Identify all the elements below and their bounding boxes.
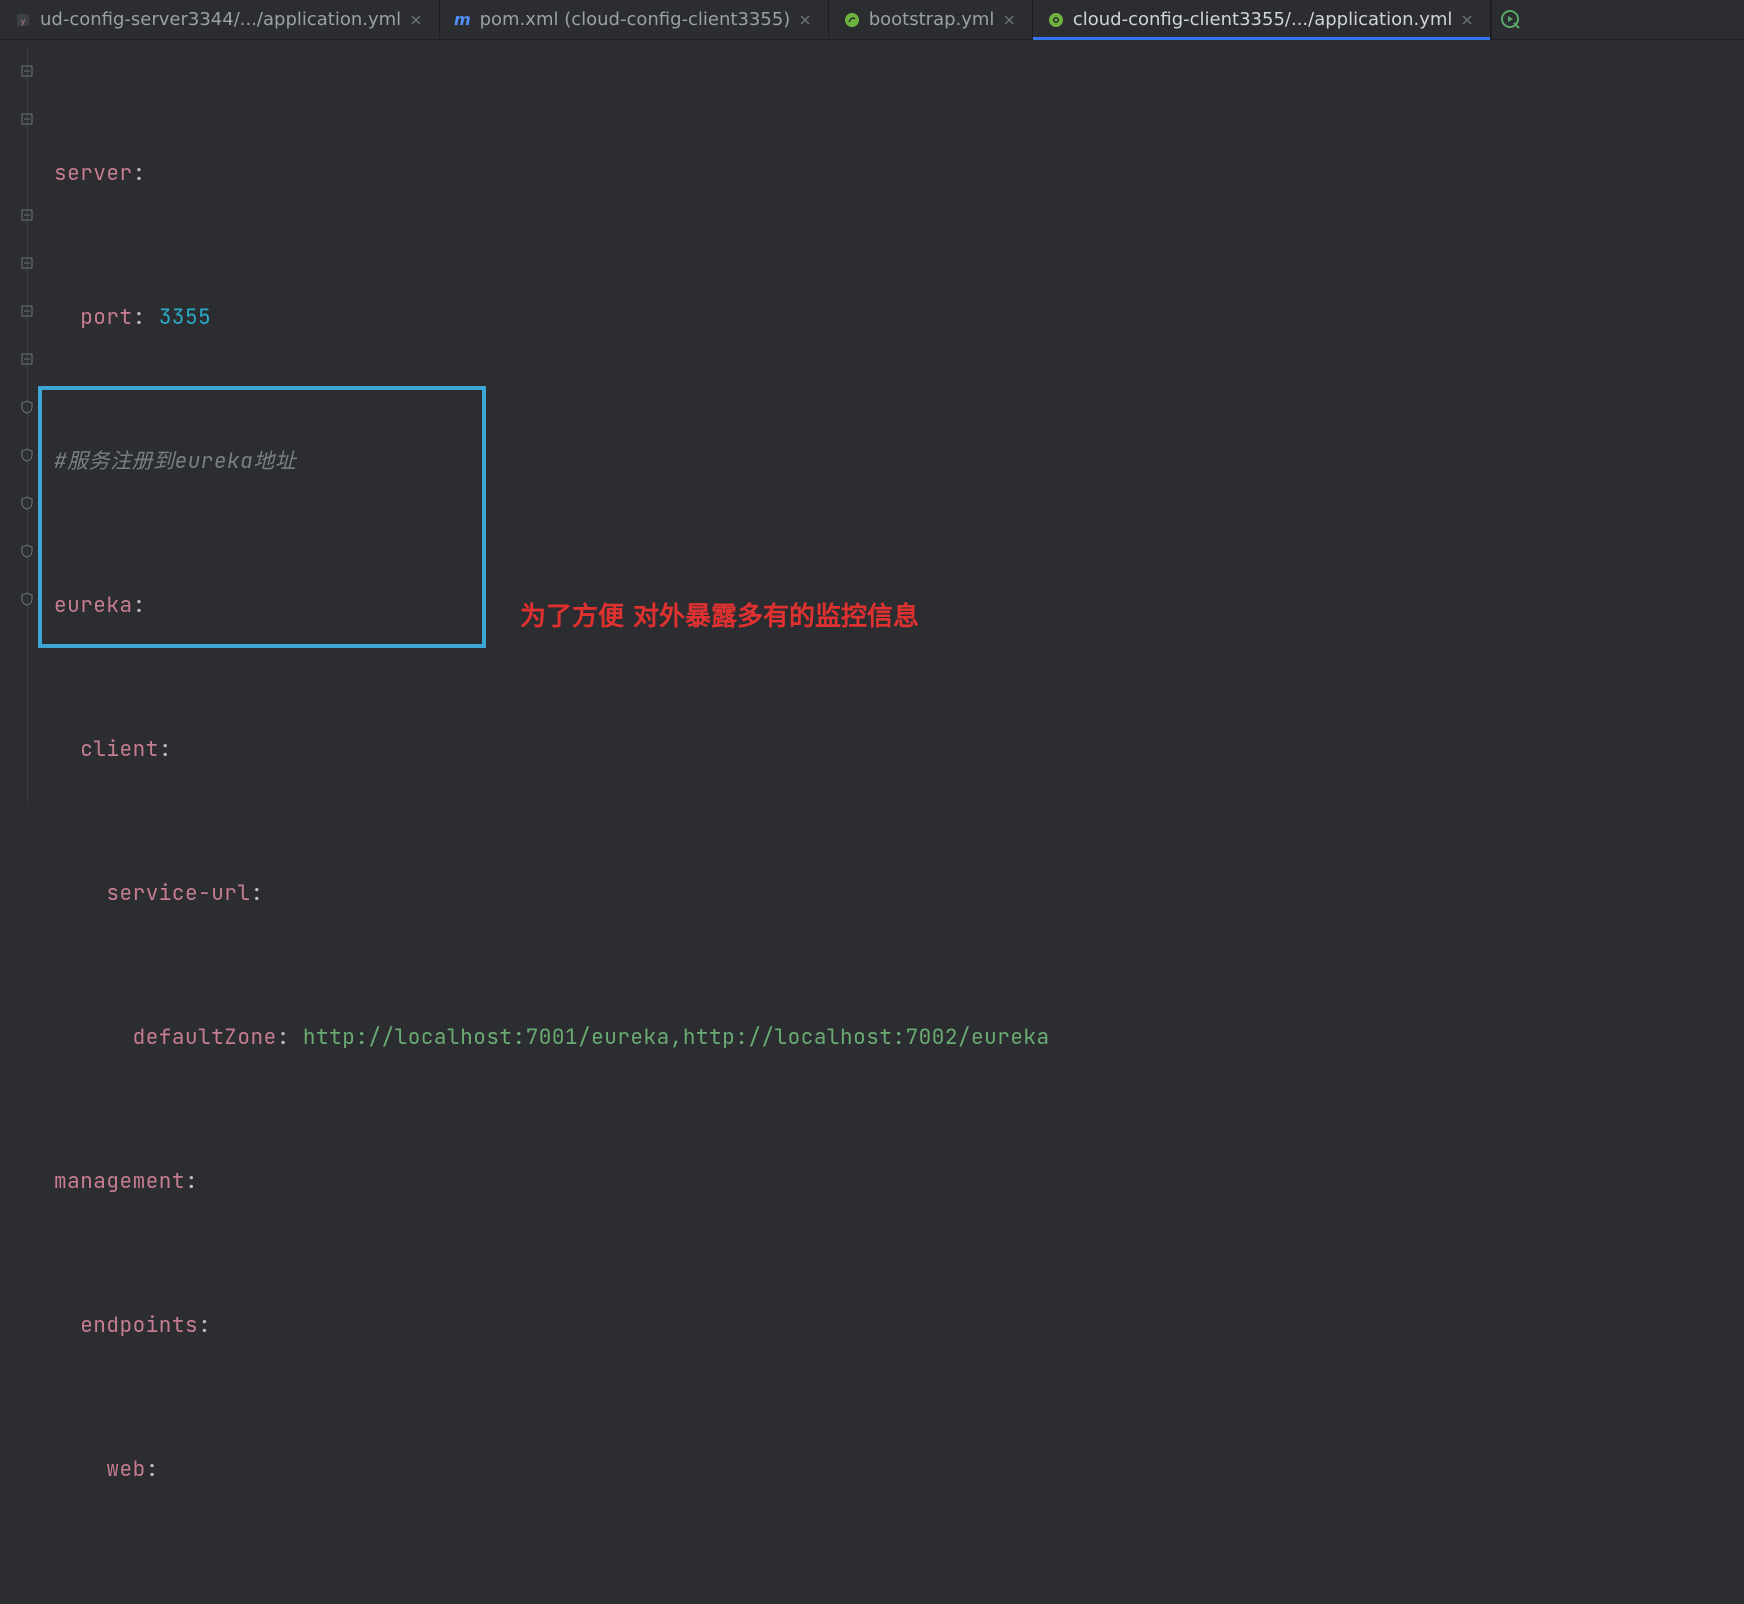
- tab-bootstrap-yml[interactable]: bootstrap.yml ×: [829, 0, 1033, 39]
- editor-tabs: y ud-config-server3344/.../application.y…: [0, 0, 1744, 40]
- tab-label: bootstrap.yml: [869, 9, 995, 30]
- svg-text:m: m: [454, 11, 471, 29]
- close-icon[interactable]: ×: [1002, 10, 1015, 29]
- close-icon[interactable]: ×: [1460, 10, 1473, 29]
- yaml-value: 3355: [159, 294, 211, 342]
- tab-label: pom.xml (cloud-config-client3355): [480, 9, 791, 30]
- fold-icon[interactable]: [20, 304, 34, 318]
- fold-icon[interactable]: [20, 256, 34, 270]
- annotation-text: 为了方便 对外暴露多有的监控信息: [520, 596, 919, 633]
- tab-pom-xml[interactable]: m pom.xml (cloud-config-client3355) ×: [440, 0, 829, 39]
- maven-icon: m: [454, 11, 472, 29]
- fold-icon[interactable]: [20, 64, 34, 78]
- yaml-key: client: [80, 726, 159, 774]
- tab-application-yml-client[interactable]: cloud-config-client3355/.../application.…: [1033, 0, 1491, 39]
- yaml-comment: #服务注册到eureka地址: [54, 438, 296, 486]
- yaml-key: eureka: [54, 582, 133, 630]
- shield-icon: [20, 400, 34, 414]
- svg-text:y: y: [21, 17, 26, 26]
- yaml-value: http://localhost:7001/eureka,http://loca…: [303, 1014, 1050, 1062]
- file-icon: y: [14, 11, 32, 29]
- fold-icon[interactable]: [20, 208, 34, 222]
- fold-icon[interactable]: [20, 112, 34, 126]
- run-configuration-icon[interactable]: [1491, 0, 1530, 39]
- close-icon[interactable]: ×: [409, 10, 422, 29]
- yaml-key: exposure: [133, 1590, 238, 1604]
- close-icon[interactable]: ×: [798, 10, 811, 29]
- shield-icon: [20, 448, 34, 462]
- yaml-key: service-url: [106, 870, 250, 918]
- yaml-key: web: [106, 1446, 145, 1494]
- yaml-key: defaultZone: [133, 1014, 277, 1062]
- tab-label: cloud-config-client3355/.../application.…: [1073, 9, 1453, 30]
- yaml-key: port: [80, 294, 132, 342]
- tab-application-yml-server[interactable]: y ud-config-server3344/.../application.y…: [0, 0, 440, 39]
- spring-icon: [843, 11, 861, 29]
- code-content[interactable]: server: port: 3355 #服务注册到eureka地址 eureka…: [54, 40, 1050, 802]
- shield-icon: [20, 496, 34, 510]
- gutter: [0, 40, 54, 802]
- shield-icon: [20, 544, 34, 558]
- yaml-key: endpoints: [80, 1302, 198, 1350]
- tab-label: ud-config-server3344/.../application.yml: [40, 9, 401, 30]
- code-editor[interactable]: server: port: 3355 #服务注册到eureka地址 eureka…: [0, 40, 1744, 802]
- yaml-key: server: [54, 150, 133, 198]
- shield-icon: [20, 592, 34, 606]
- yaml-key: management: [54, 1158, 185, 1206]
- fold-icon[interactable]: [20, 352, 34, 366]
- spring-icon: [1047, 11, 1065, 29]
